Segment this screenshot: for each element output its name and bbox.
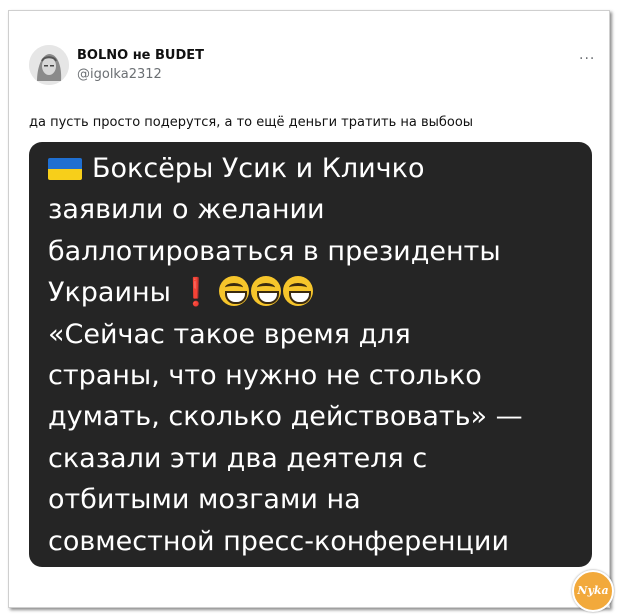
grinning-face-emoji-icon <box>250 276 281 307</box>
card-line-1: Боксёры Усик и Кличко <box>48 148 523 189</box>
watermark-text: Nyka <box>577 584 609 597</box>
card-line-8: сказали эти два деятеля с <box>48 442 428 474</box>
grinning-face-emoji-icon <box>282 276 313 307</box>
exclamation-mark-icon: ❗ <box>178 277 213 309</box>
card-line-5: «Сейчас такое время для <box>48 318 411 350</box>
avatar[interactable] <box>29 45 69 85</box>
card-text-block: Боксёры Усик и Кличко заявили о желании … <box>48 148 523 562</box>
post-frame: BOLNO не BUDET @igolka2312 ··· да пусть … <box>8 10 614 612</box>
more-horizontal-icon[interactable]: ··· <box>579 51 595 67</box>
news-image-card[interactable]: Боксёры Усик и Кличко заявили о желании … <box>29 142 592 567</box>
card-line-2: заявили о желании <box>48 194 325 226</box>
ukraine-flag-icon <box>48 158 82 180</box>
card-line-10: совместной пресс-конференции <box>48 525 510 557</box>
grinning-face-emoji-icon <box>218 276 249 307</box>
post-text: да пусть просто подерутся, а то ещё день… <box>29 115 474 130</box>
author-name[interactable]: BOLNO не BUDET <box>77 48 204 63</box>
card-line-4: Украины ❗ <box>48 272 523 313</box>
avatar-portrait-icon <box>29 45 69 85</box>
author-handle[interactable]: @igolka2312 <box>77 67 162 82</box>
watermark-logo: Nyka <box>572 570 614 612</box>
card-line-3: баллотироваться в президенты <box>48 235 501 267</box>
card-line-6: страны, что нужно не столько <box>48 359 482 391</box>
card-line-9: отбитыми мозгами на <box>48 484 361 516</box>
card-line-7: думать, сколько действовать» — <box>48 401 523 433</box>
